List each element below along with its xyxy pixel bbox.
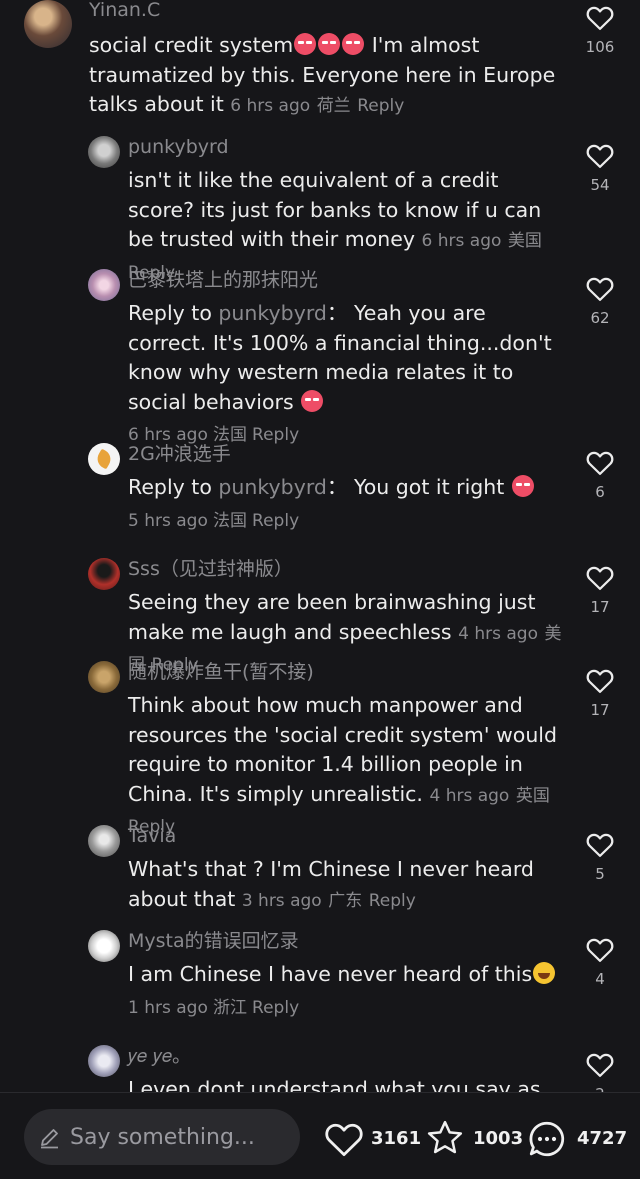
comment-text: Reply to punkybyrd： Yeah you are correct… [128, 301, 552, 414]
comment-text: I am Chinese I have never heard of this [128, 960, 568, 990]
like-button[interactable]: 2 [584, 1050, 616, 1092]
avatar[interactable] [88, 136, 120, 168]
carrot-icon [93, 448, 115, 470]
avatar[interactable] [88, 443, 120, 475]
comment-meta: 1 hrs ago 浙江 Reply [128, 993, 568, 1018]
avatar[interactable] [88, 558, 120, 590]
comment-text: Think about how much manpower and resour… [128, 693, 558, 837]
crying-face-emoji-icon [301, 389, 324, 412]
comment-time: 1 hrs ago [128, 997, 208, 1018]
crying-face-emoji-icon [511, 475, 534, 497]
like-button[interactable]: 106 [584, 3, 616, 56]
comment-text: I even dont understand what you say as [128, 1077, 541, 1092]
comment-username[interactable]: Sss（见过封神版） [128, 557, 568, 581]
like-button[interactable]: 4 [584, 935, 616, 988]
star-outline-icon [427, 1120, 463, 1154]
favorite-post-button[interactable]: 1003 [425, 1118, 523, 1158]
reply-button[interactable]: Reply [369, 891, 416, 911]
comment-time: 5 hrs ago [128, 510, 208, 531]
comment-time: 4 hrs ago [458, 623, 538, 644]
comment-username[interactable]: punkybyrd [128, 135, 568, 159]
heart-outline-icon [586, 833, 614, 857]
comment-meta: 5 hrs ago 法国 Reply [128, 506, 568, 531]
like-count: 62 [590, 309, 610, 327]
like-count: 4 [595, 970, 605, 988]
comment-location: 美国 [507, 231, 542, 251]
comment-location: 浙江 [212, 997, 247, 1018]
mentioned-username[interactable]: punkybyrd [218, 301, 327, 325]
comment-location: 法国 [212, 510, 247, 531]
heart-outline-icon [586, 1053, 614, 1077]
comment-username[interactable]: Yinan.C [89, 0, 559, 22]
chat-bubble-icon [529, 1121, 565, 1157]
avatar[interactable] [88, 825, 120, 857]
heart-outline-icon [325, 1123, 363, 1157]
avatar[interactable] [24, 0, 72, 48]
heart-outline-icon [586, 277, 614, 301]
like-button[interactable]: 62 [584, 274, 616, 327]
comment-time: 3 hrs ago [241, 890, 322, 911]
comment-username[interactable]: 随机爆炸鱼干(暂不接) [128, 660, 568, 684]
comment-username[interactable]: 𝑦𝑒 𝑦𝑒。 [128, 1044, 568, 1068]
reply-button[interactable]: Reply [357, 96, 404, 116]
crying-face-emoji-icon [294, 33, 317, 55]
like-button[interactable]: 17 [584, 666, 616, 719]
comment-text: Reply to punkybyrd： You got it right [128, 473, 568, 503]
like-count: 2 [584, 1085, 616, 1092]
avatar[interactable] [88, 661, 120, 693]
comment-location: 广东 [328, 890, 363, 911]
post-favorite-count: 1003 [473, 1128, 524, 1149]
comment-username[interactable]: 巴黎铁塔上的那抹阳光 [128, 268, 568, 292]
post-comment-count: 4727 [577, 1128, 628, 1149]
like-count: 106 [585, 38, 615, 56]
mentioned-username[interactable]: punkybyrd [218, 475, 327, 499]
like-button[interactable]: 54 [584, 141, 616, 194]
reply-button[interactable]: Reply [252, 998, 299, 1018]
heart-outline-icon [586, 566, 614, 590]
comment-username[interactable]: Tavia [128, 824, 568, 848]
like-count: 17 [590, 701, 610, 719]
pencil-icon [41, 1129, 58, 1149]
bottom-action-bar: 3161 1003 4727 [0, 1092, 640, 1179]
heart-outline-icon [586, 144, 614, 168]
comment-input[interactable] [70, 1119, 290, 1155]
heart-outline-icon [586, 451, 614, 475]
reply-button[interactable]: Reply [252, 511, 299, 531]
comment-input-box[interactable] [24, 1109, 300, 1165]
avatar[interactable] [88, 1045, 120, 1077]
like-button[interactable]: 17 [584, 563, 616, 616]
comment-time: 6 hrs ago [230, 96, 311, 116]
crying-face-emoji-icon [318, 33, 341, 55]
avatar[interactable] [88, 930, 120, 962]
like-count: 54 [590, 176, 610, 194]
comment-username[interactable]: 2G冲浪选手 [128, 442, 568, 466]
comments-button[interactable]: 4727 [526, 1118, 627, 1158]
comment-list[interactable]: Yinan.C social credit system I'm almost … [0, 0, 640, 1092]
comment-location: 英国 [515, 785, 550, 806]
like-count: 6 [595, 483, 605, 501]
comment-location: 荷兰 [316, 96, 351, 116]
heart-outline-icon [586, 669, 614, 693]
comment-username[interactable]: Mysta的错误回忆录 [128, 929, 568, 953]
crying-face-emoji-icon [342, 33, 365, 55]
post-like-count: 3161 [371, 1128, 422, 1149]
like-button[interactable]: 5 [584, 830, 616, 883]
avatar[interactable] [88, 269, 120, 301]
comment-time: 6 hrs ago [421, 231, 502, 251]
comment-time: 4 hrs ago [429, 785, 510, 806]
heart-outline-icon [586, 6, 614, 30]
comment-text: What's that ? I'm Chinese I never heard … [128, 857, 534, 911]
laughing-face-emoji-icon [533, 962, 556, 984]
like-post-button[interactable]: 3161 [323, 1118, 421, 1158]
like-button[interactable]: 6 [584, 448, 616, 501]
like-count: 5 [595, 865, 605, 883]
heart-outline-icon [586, 938, 614, 962]
comment-text: social credit system I'm almost traumati… [89, 33, 556, 116]
like-count: 17 [590, 598, 610, 616]
